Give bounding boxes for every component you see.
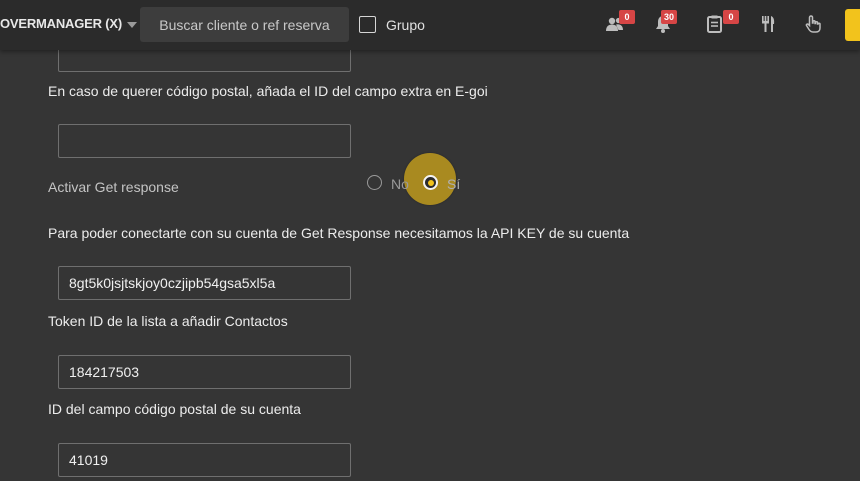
egoi-postal-code-input[interactable] bbox=[58, 124, 351, 158]
restaurant-icon[interactable] bbox=[757, 13, 779, 35]
getresponse-radio-no[interactable] bbox=[367, 175, 382, 190]
chevron-down-icon bbox=[126, 21, 137, 28]
radio-selected-dot bbox=[427, 179, 434, 186]
egoi-postal-code-label: En caso de querer código postal, añada e… bbox=[48, 83, 488, 99]
hand-pointer-icon[interactable] bbox=[802, 13, 824, 35]
radio-si-label: Sí bbox=[447, 176, 461, 192]
postal-field-id-label: ID del campo código postal de su cuenta bbox=[48, 401, 301, 417]
orders-count-badge: 0 bbox=[723, 10, 739, 24]
token-id-label: Token ID de la lista a añadir Contactos bbox=[48, 313, 288, 329]
api-key-label: Para poder conectarte con su cuenta de G… bbox=[48, 225, 630, 241]
search-input[interactable] bbox=[140, 7, 349, 42]
grupo-checkbox[interactable] bbox=[359, 16, 376, 33]
notifications-count-badge: 30 bbox=[661, 10, 678, 24]
grupo-label: Grupo bbox=[386, 17, 425, 33]
venue-selector[interactable]: OVERMANAGER (X) bbox=[0, 16, 137, 31]
getresponse-toggle-label: Activar Get response bbox=[48, 179, 179, 195]
settings-form: En caso de querer código postal, añada e… bbox=[0, 38, 860, 481]
user-menu-button[interactable] bbox=[845, 9, 860, 41]
getresponse-radio-si[interactable] bbox=[423, 175, 438, 190]
token-id-input[interactable] bbox=[58, 355, 351, 389]
guests-count-badge: 0 bbox=[619, 10, 635, 24]
venue-name: OVERMANAGER (X) bbox=[0, 16, 122, 31]
radio-no-label: No bbox=[391, 176, 409, 192]
top-navigation-bar: OVERMANAGER (X) Grupo 0 30 0 bbox=[0, 0, 860, 50]
postal-field-id-input[interactable] bbox=[58, 443, 351, 477]
api-key-input[interactable] bbox=[58, 266, 351, 300]
